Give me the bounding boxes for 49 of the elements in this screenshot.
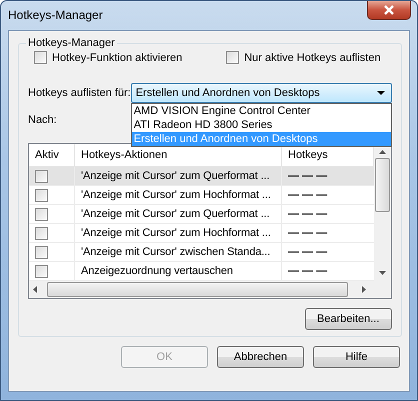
dropdown[interactable]: Erstellen und Anordnen von Desktops [130,83,392,103]
table-cell: — — — [288,189,328,201]
checkbox[interactable] [35,188,48,202]
checkbox[interactable] [226,51,240,64]
edit-button[interactable]: Bearbeiten... [304,308,392,330]
dropdown-option[interactable]: AMD VISION Engine Control Center [132,104,391,118]
checkbox[interactable] [35,226,48,240]
table-cell: 'Anzeige mit Cursor' zum Querformat ... [81,170,270,182]
table-row[interactable]: 'Anzeige mit Cursor' zum Querformat ... — — — [29,167,374,186]
column-header[interactable]: Aktiv [29,144,75,166]
right-arrow-icon[interactable] [362,286,366,293]
close-icon [383,5,395,15]
caret-icon [376,91,385,95]
table-cell: 'Anzeige mit Cursor' zum Hochformat ... [81,189,271,201]
down-arrow-icon[interactable] [378,271,386,275]
column-header[interactable]: Hotkeys-Aktionen [75,144,282,166]
checkbox[interactable] [35,208,48,220]
table-cell: Anzeigezuordnung vertauschen [81,265,233,277]
table-cell: — — — [288,227,328,239]
table-row[interactable]: 'Anzeige mit Cursor' zwischen Standa... — — — [29,243,374,262]
checkbox-label: Nur aktive Hotkeys auflisten [244,52,381,64]
dialog-button[interactable]: Hilfe [313,346,400,368]
table-row[interactable]: 'Anzeige mit Cursor' zum Hochformat ... — — — [29,186,374,205]
table-cell: — — — [288,208,328,220]
dropdown-option[interactable]: ATI Radeon HD 3800 Series [132,118,391,132]
table-row[interactable]: 'Anzeige mit Cursor' zum Hochformat ... — — — [29,224,374,243]
horizontal-scrollbar[interactable] [29,281,391,298]
left-arrow-icon[interactable] [33,286,37,293]
window-title: Hotkeys-Manager [8,8,103,22]
group-title: Hotkeys-Manager [27,37,116,49]
table-cell: — — — [288,170,328,182]
checkbox[interactable] [35,170,48,182]
table-cell: 'Anzeige mit Cursor' zum Querformat ... [81,208,270,220]
table-cell: — — — [288,265,328,277]
table-row[interactable]: 'Anzeige mit Cursor' zum Querformat ... — — — [29,205,374,224]
field-label: Nach: [28,114,57,126]
table-row[interactable]: Anzeigezuordnung vertauschen — — — [29,262,374,281]
checkbox[interactable] [34,51,47,64]
checkbox-label: Hotkey-Funktion aktivieren [52,52,182,64]
table-cell: 'Anzeige mit Cursor' zwischen Standa... [81,246,270,258]
dialog-button[interactable]: Abbrechen [217,346,304,368]
field-label: Hotkeys auflisten für: [28,87,131,99]
checkbox[interactable] [35,246,48,258]
vertical-scrollbar[interactable] [374,144,391,281]
table-cell: — — — [288,246,328,258]
checkbox[interactable] [35,264,48,278]
close-button[interactable] [367,1,411,20]
up-arrow-icon[interactable] [378,150,386,154]
table-cell: 'Anzeige mit Cursor' zum Hochformat ... [81,227,271,239]
